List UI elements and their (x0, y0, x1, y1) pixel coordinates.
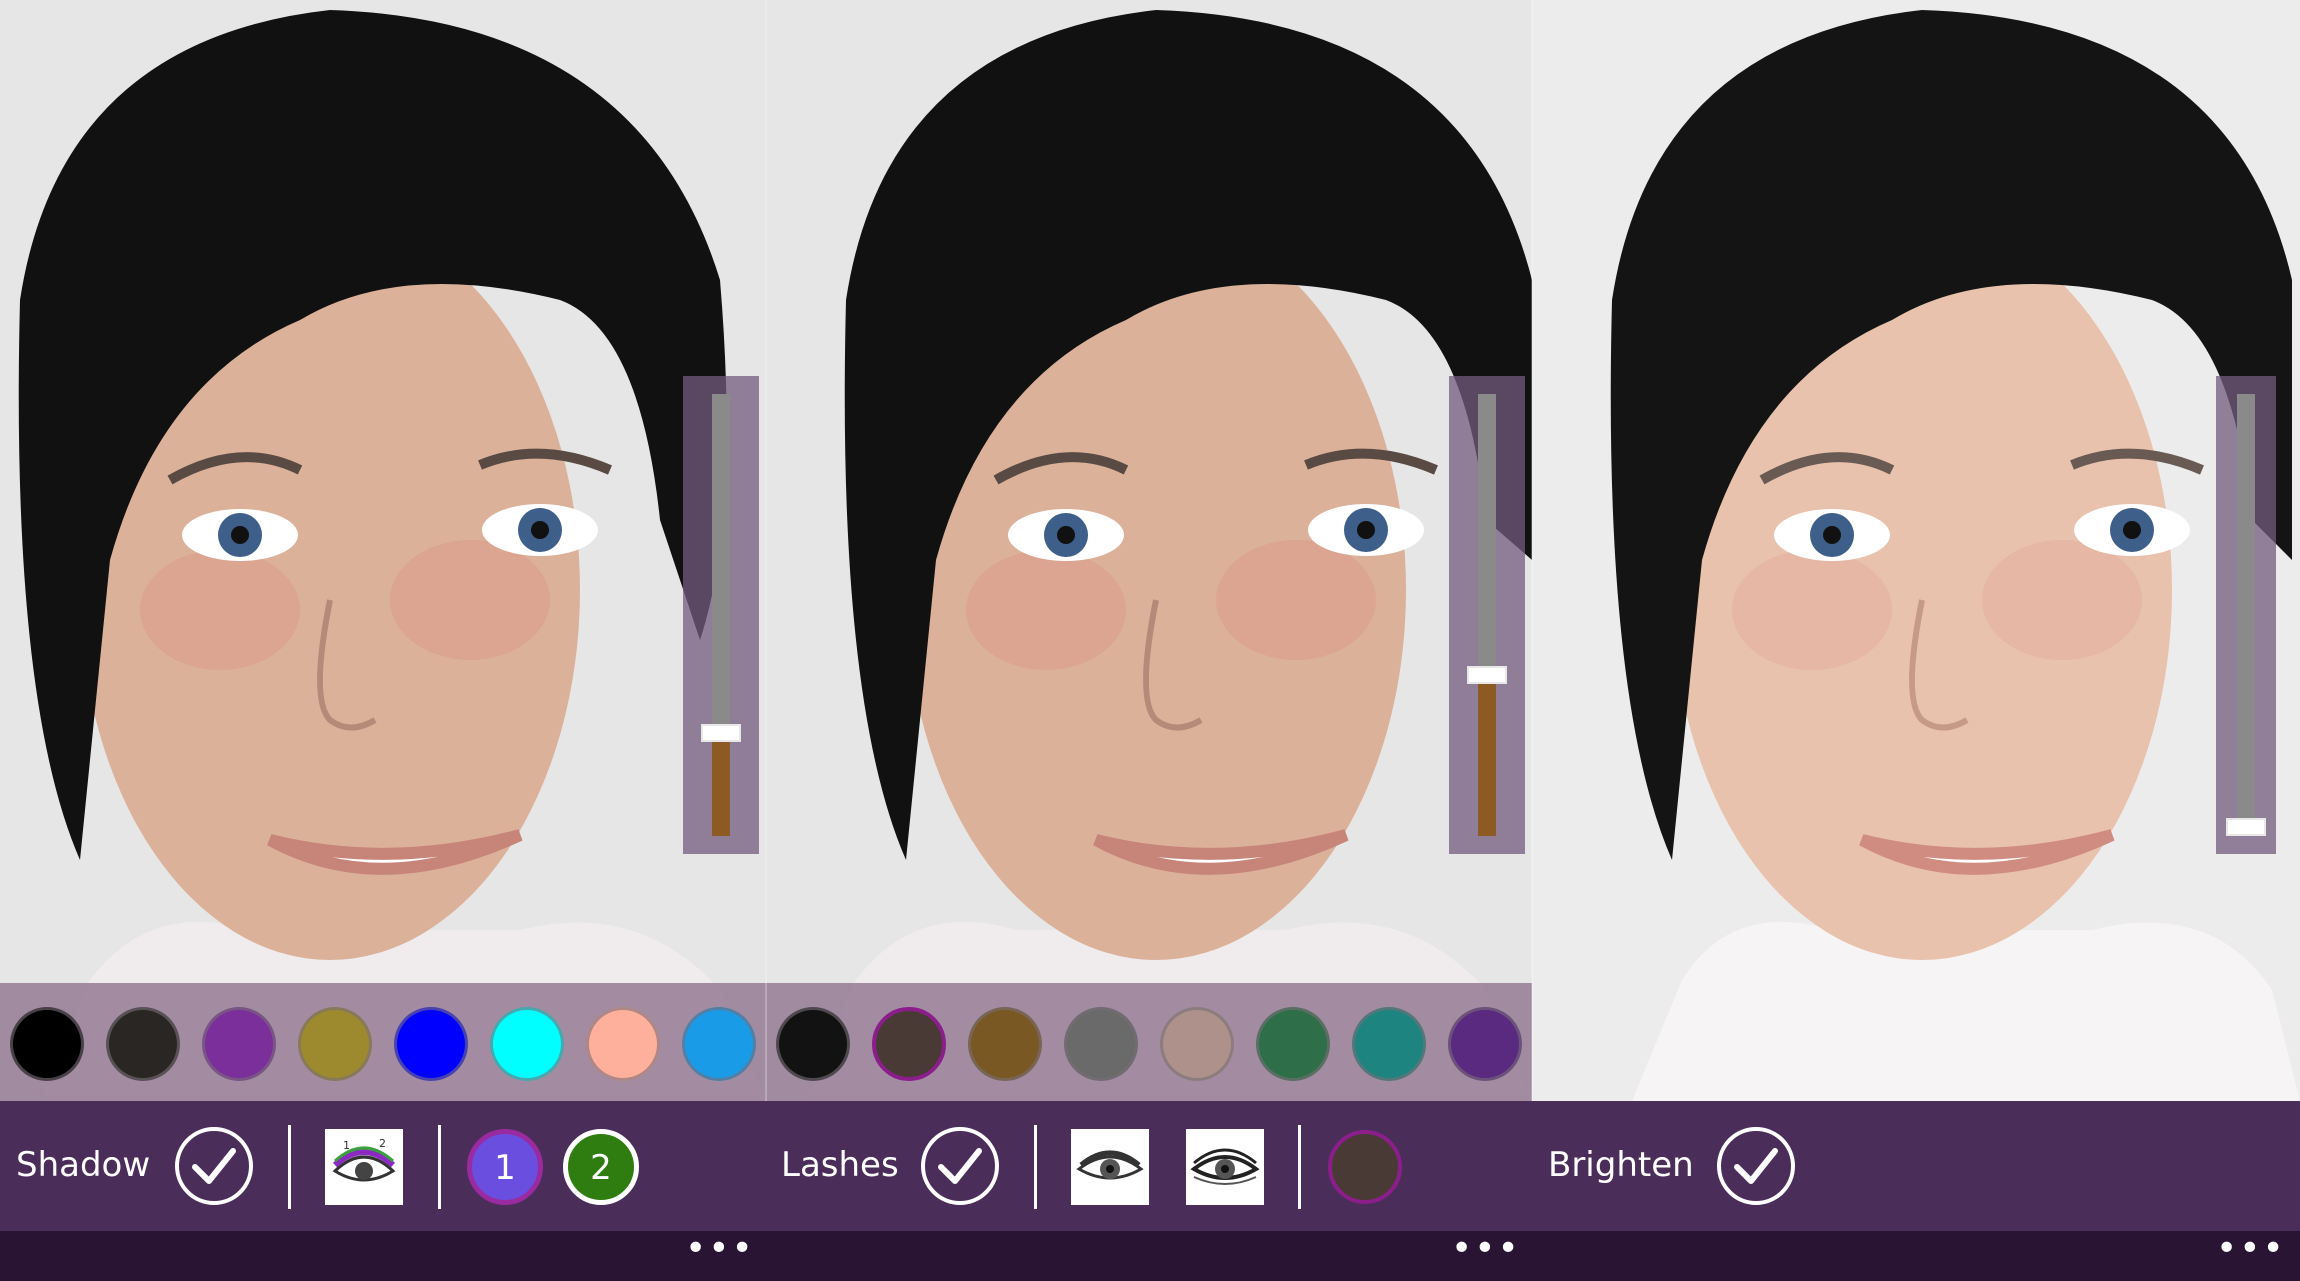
face-photo (766, 0, 1532, 1101)
color-swatch[interactable] (682, 1007, 756, 1081)
brighten-panel: Brighten ••• (1532, 0, 2300, 1281)
color-swatch[interactable] (1064, 1007, 1138, 1081)
slider-thumb[interactable] (2226, 818, 2266, 836)
eyeshadow-zones-icon[interactable]: 1 2 (325, 1129, 403, 1205)
app-bar: ••• (0, 1231, 766, 1281)
divider (1298, 1125, 1301, 1209)
checkmark-icon (1734, 1148, 1778, 1184)
color-swatch[interactable] (10, 1007, 84, 1081)
color-swatch[interactable] (968, 1007, 1042, 1081)
divider (438, 1125, 441, 1209)
selected-color-button[interactable] (1328, 1130, 1402, 1204)
slider-track (2226, 394, 2266, 836)
panel-separator (1531, 0, 1533, 1101)
zone-2-button[interactable]: 2 (563, 1129, 639, 1205)
intensity-slider[interactable] (1449, 376, 1525, 854)
color-swatch[interactable] (586, 1007, 660, 1081)
tool-label: Brighten (1548, 1145, 1694, 1185)
intensity-slider[interactable] (683, 376, 759, 854)
more-options-button[interactable]: ••• (1451, 1231, 1519, 1269)
face-photo (0, 0, 766, 1101)
command-bar: Shadow 1 2 1 2 (0, 1101, 766, 1231)
slider-thumb[interactable] (1467, 666, 1507, 684)
face-illustration (0, 0, 766, 1101)
face-illustration (1532, 0, 2300, 1101)
panel-separator (765, 0, 767, 1101)
checkmark-icon (938, 1148, 982, 1184)
slider-track (701, 394, 741, 836)
color-swatch[interactable] (1160, 1007, 1234, 1081)
color-swatch[interactable] (872, 1007, 946, 1081)
color-swatch[interactable] (202, 1007, 276, 1081)
slider-track (1467, 394, 1507, 836)
makeup-app: Shadow 1 2 1 2 ••• Lashes ••• Brighten •… (0, 0, 2300, 1281)
color-swatch[interactable] (1256, 1007, 1330, 1081)
zone-1-button[interactable]: 1 (467, 1129, 543, 1205)
tool-label: Lashes (781, 1145, 899, 1185)
tool-label: Shadow (16, 1145, 151, 1185)
shadow-panel: Shadow 1 2 1 2 ••• (0, 0, 766, 1281)
intensity-slider[interactable] (2216, 376, 2276, 854)
color-swatch[interactable] (776, 1007, 850, 1081)
more-options-button[interactable]: ••• (2216, 1231, 2284, 1269)
lashes-panel: Lashes ••• (766, 0, 1532, 1281)
color-swatch-bar (766, 983, 1532, 1101)
color-swatch[interactable] (394, 1007, 468, 1081)
eye-lashes-natural-icon[interactable] (1071, 1129, 1149, 1205)
apply-button[interactable] (921, 1127, 999, 1205)
color-swatch[interactable] (1352, 1007, 1426, 1081)
checkmark-icon (192, 1148, 236, 1184)
color-swatch[interactable] (1448, 1007, 1522, 1081)
more-options-button[interactable]: ••• (685, 1231, 753, 1269)
slider-fill (1478, 681, 1496, 836)
app-bar: ••• (1532, 1231, 2300, 1281)
divider (1034, 1125, 1037, 1209)
app-bar: ••• (766, 1231, 1532, 1281)
eye-lashes-bold-icon[interactable] (1186, 1129, 1264, 1205)
command-bar: Brighten (1532, 1101, 2300, 1231)
svg-text:1: 1 (343, 1139, 350, 1152)
color-swatch[interactable] (298, 1007, 372, 1081)
color-swatch[interactable] (490, 1007, 564, 1081)
color-swatch[interactable] (106, 1007, 180, 1081)
face-photo (1532, 0, 2300, 1101)
apply-button[interactable] (175, 1127, 253, 1205)
divider (288, 1125, 291, 1209)
color-swatch-bar (0, 983, 766, 1101)
apply-button[interactable] (1717, 1127, 1795, 1205)
face-illustration (766, 0, 1532, 1101)
slider-thumb[interactable] (701, 724, 741, 742)
svg-text:2: 2 (379, 1137, 386, 1150)
slider-fill (712, 739, 730, 836)
command-bar: Lashes (766, 1101, 1532, 1231)
